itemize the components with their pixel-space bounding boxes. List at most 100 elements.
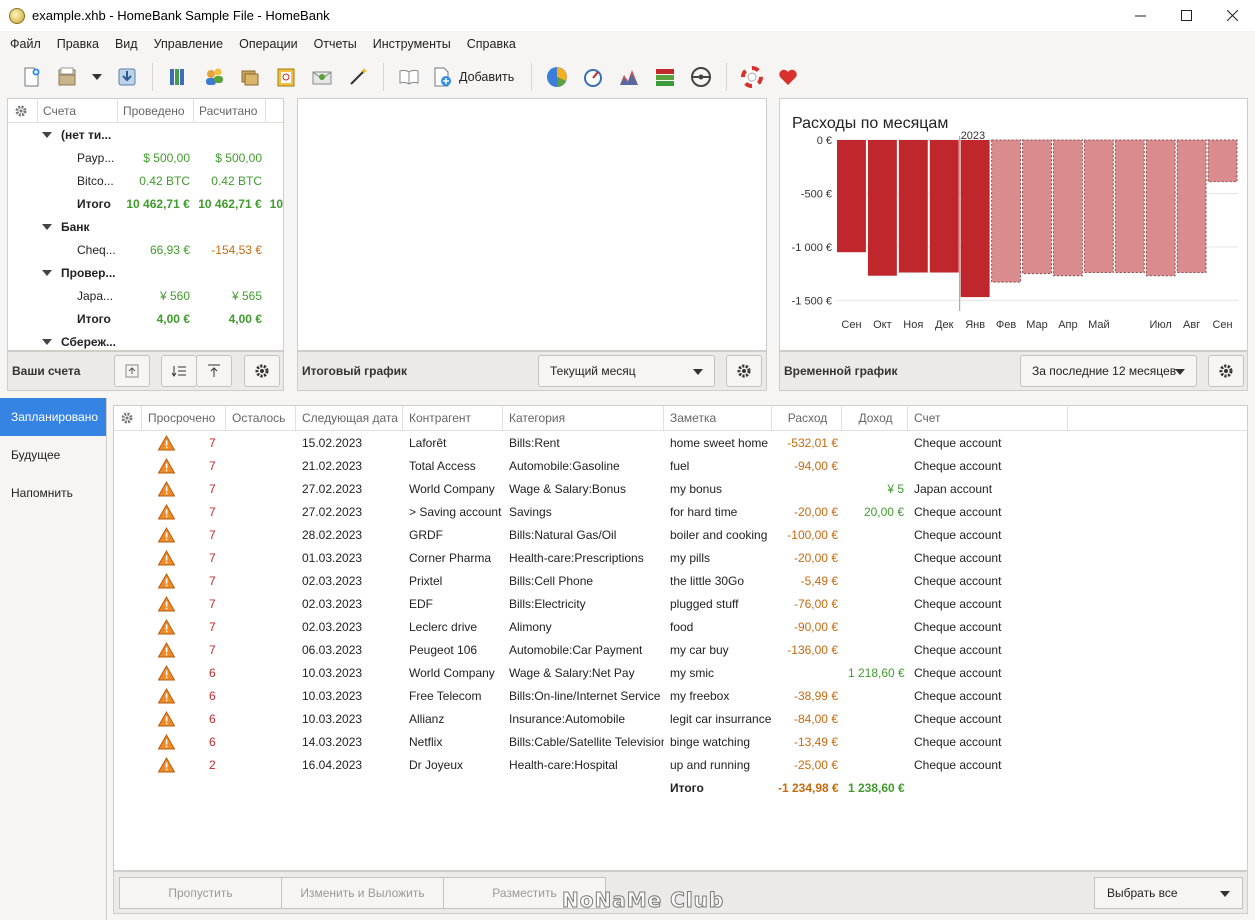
late-cell: 6 [142,687,226,704]
warning-icon [158,664,175,680]
budget-report-button[interactable] [575,60,611,94]
account-group[interactable]: (нет ти... [8,123,283,146]
col-cleared[interactable]: Проведено [118,99,194,123]
new-file-button[interactable] [13,60,49,94]
col-payee[interactable]: Контрагент [403,405,503,431]
scheduled-row[interactable]: 7 15.02.2023 Laforêt Bills:Rent home sweet h… [114,431,1247,454]
expander-icon[interactable] [42,269,52,276]
scheduled-row[interactable]: 7 02.03.2023 Prixtel Bills:Cell Phone the li… [114,569,1247,592]
col-account[interactable]: Счет [908,405,1068,431]
scheduled-row[interactable]: 7 21.02.2023 Total Access Automobile:Gasoli… [114,454,1247,477]
category: Alimony [509,619,552,634]
menu-tools[interactable]: Инструменты [365,37,459,51]
warning-icon [158,687,175,703]
menu-file[interactable]: Файл [2,37,49,51]
account-row[interactable]: Bitco... 0.42 BTC 0.42 BTC [8,169,283,192]
scheduled-row[interactable]: 7 28.02.2023 GRDF Bills:Natural Gas/Oil boil… [114,523,1247,546]
balance-report-button[interactable] [611,60,647,94]
menu-view[interactable]: Вид [107,37,146,51]
open-file-button[interactable] [49,60,85,94]
menu-help[interactable]: Справка [459,37,524,51]
maximize-button[interactable] [1163,0,1209,31]
account-group[interactable]: Сбереж... [8,330,283,350]
expander-icon[interactable] [42,338,52,345]
help-button[interactable] [734,60,770,94]
scheduled-row[interactable]: 7 27.02.2023 > Saving account Savings for ha… [114,500,1247,523]
account-group[interactable]: Банк [8,215,283,238]
summary-options-button[interactable] [726,355,762,387]
vehicle-cost-button[interactable] [683,60,719,94]
scheduled-row[interactable]: 7 27.02.2023 World Company Wage & Salary:Bo… [114,477,1247,500]
scheduled-row[interactable]: 6 10.03.2023 World Company Wage & Salary:Ne… [114,661,1247,684]
account-row[interactable]: Payp... $ 500,00 $ 500,00 [8,146,283,169]
time-chart-options-button[interactable] [1208,355,1244,387]
scheduled-row[interactable]: 7 02.03.2023 Leclerc drive Alimony food -90,0… [114,615,1247,638]
recent-files-dropdown[interactable] [85,60,109,94]
late-count: 7 [209,435,216,450]
add-transaction-button[interactable]: Добавить [427,60,524,94]
clipboard-icon [277,68,295,87]
menu-bar: Файл Правка Вид Управление Операции Отче… [0,31,1255,56]
col-next-date[interactable]: Следующая дата [296,405,403,431]
account-row[interactable]: Cheq... 66,93 € -154,53 € [8,238,283,261]
assignments-button[interactable] [340,60,376,94]
account-row[interactable]: Japa... ¥ 560 ¥ 565 [8,284,283,307]
accounts-options-button[interactable] [244,355,280,387]
menu-reports[interactable]: Отчеты [306,37,365,51]
menu-transactions[interactable]: Операции [231,37,305,51]
summary-period-select[interactable]: Текущий месяц [538,355,715,387]
col-reconciled[interactable]: Расчитано [194,99,266,123]
edit-and-post-button[interactable]: Изменить и Выложить [281,877,444,909]
col-category[interactable]: Категория [503,405,664,431]
payees-button[interactable] [196,60,232,94]
tab-remind[interactable]: Напомнить [0,474,106,512]
donate-button[interactable] [770,60,806,94]
menu-manage[interactable]: Управление [146,37,232,51]
col-late[interactable]: Просрочено [142,405,226,431]
expander-icon[interactable] [42,223,52,230]
categories-button[interactable] [232,60,268,94]
budget-button[interactable] [304,60,340,94]
account: Cheque account [914,573,1002,588]
minimize-button[interactable] [1117,0,1163,31]
scheduled-row[interactable]: 7 02.03.2023 EDF Bills:Electricity plugged s… [114,592,1247,615]
y-tick-label: -500 € [801,188,832,200]
payee: Prixtel [409,573,443,588]
collapse-all-button[interactable] [196,355,232,387]
scheduled-row[interactable]: 7 01.03.2023 Corner Pharma Health-care:Pres… [114,546,1247,569]
col-memo[interactable]: Заметка [664,405,772,431]
account-group[interactable]: Провер... [8,261,283,284]
scheduled-row[interactable]: 6 14.03.2023 Netflix Bills:Cable/Satellite … [114,730,1247,753]
col-income[interactable]: Доход [842,405,908,431]
accounts-settings-button[interactable] [8,99,38,123]
expander-icon[interactable] [42,131,52,138]
scheduled-row[interactable]: 6 10.03.2023 Free Telecom Bills:On-line/Int… [114,684,1247,707]
save-button[interactable] [109,60,145,94]
scheduled-row[interactable]: 6 10.03.2023 Allianz Insurance:Automobile le… [114,707,1247,730]
accounts-button[interactable] [160,60,196,94]
scheduled-settings-button[interactable] [114,405,142,431]
tab-future[interactable]: Будущее [0,436,106,474]
col-expense[interactable]: Расход [772,405,842,431]
payee: World Company [409,665,495,680]
stats-report-button[interactable] [539,60,575,94]
select-all-dropdown[interactable]: Выбрать все [1094,877,1243,909]
skip-button[interactable]: Пропустить [119,877,282,909]
select-all-label: Выбрать все [1107,886,1178,900]
tab-scheduled[interactable]: Запланировано [0,398,106,436]
menu-edit[interactable]: Правка [49,37,107,51]
scheduled-row[interactable]: 2 16.04.2023 Dr Joyeux Health-care:Hospital… [114,753,1247,776]
time-period-select[interactable]: За последние 12 месяцев [1020,355,1197,387]
chevron-down-icon [1220,891,1230,897]
col-accounts[interactable]: Счета [38,99,118,123]
expand-all-button[interactable] [161,355,197,387]
show-register-button[interactable] [391,60,427,94]
group-name: Банк [61,219,90,234]
col-remaining[interactable]: Осталось [226,405,296,431]
trend-report-button[interactable] [647,60,683,94]
scheduled-button[interactable] [268,60,304,94]
open-account-button[interactable] [114,355,150,387]
scheduled-header: Просрочено Осталось Следующая дата Контр… [114,405,1247,431]
close-button[interactable] [1209,0,1255,31]
scheduled-row[interactable]: 7 06.03.2023 Peugeot 106 Automobile:Car Pay… [114,638,1247,661]
